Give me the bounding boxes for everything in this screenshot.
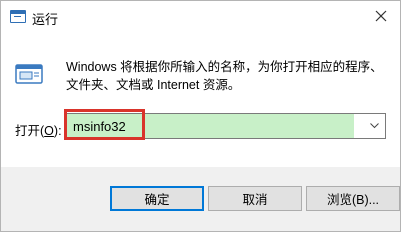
- open-input[interactable]: [67, 114, 354, 138]
- close-icon: [375, 10, 387, 22]
- description-line-2: 文件夹、文档或 Internet 资源。: [66, 78, 241, 92]
- close-button[interactable]: [364, 1, 398, 31]
- run-dialog: 运行 Windows 将根据你所输入的名称，为你打开相应的程序、 文件夹、文档或…: [0, 0, 401, 232]
- run-icon: [10, 10, 26, 23]
- browse-button[interactable]: 浏览(B)...: [306, 186, 400, 211]
- dropdown-button[interactable]: [363, 114, 385, 138]
- open-label-accesskey: O: [44, 124, 54, 138]
- run-program-icon: [15, 64, 43, 84]
- cancel-button[interactable]: 取消: [208, 186, 302, 211]
- chevron-down-icon: [369, 123, 379, 129]
- title-bar: 运行: [1, 1, 400, 31]
- window-title: 运行: [32, 12, 59, 27]
- ok-button[interactable]: 确定: [110, 186, 204, 211]
- open-combobox[interactable]: [66, 113, 386, 139]
- description-line-1: Windows 将根据你所输入的名称，为你打开相应的程序、: [66, 60, 383, 74]
- open-label-prefix: 打开(: [15, 124, 45, 138]
- open-label: 打开(O):: [15, 120, 62, 139]
- description-text: Windows 将根据你所输入的名称，为你打开相应的程序、 文件夹、文档或 In…: [66, 58, 386, 94]
- open-label-suffix: ):: [53, 124, 62, 138]
